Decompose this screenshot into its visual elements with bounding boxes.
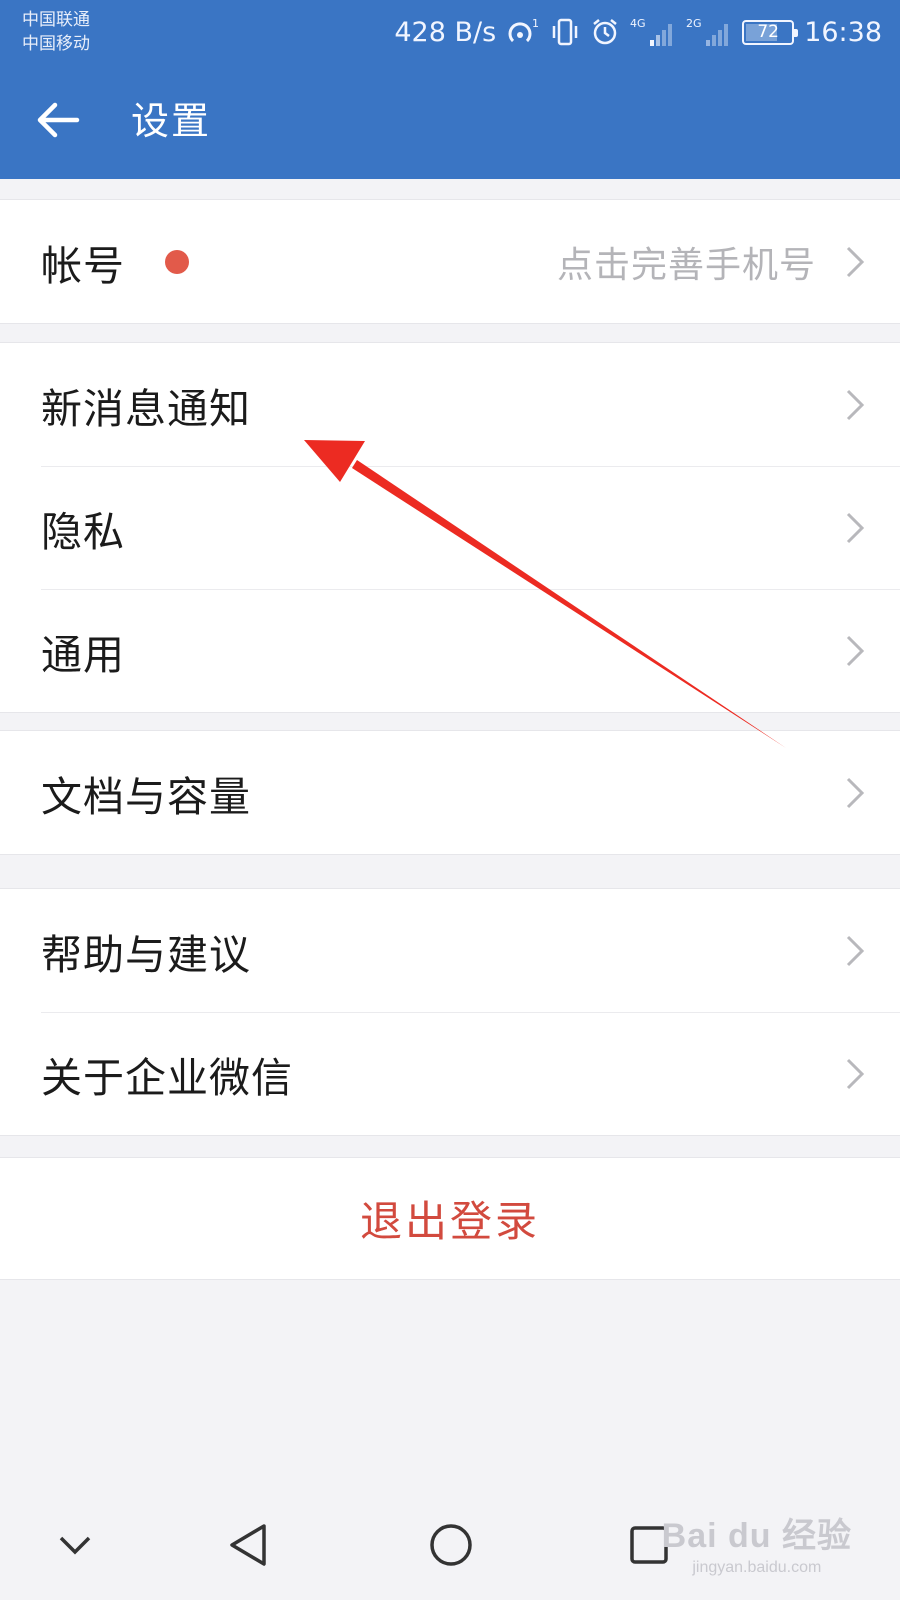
system-nav-bar: Bai du 经验 jingyan.baidu.com bbox=[0, 1490, 900, 1600]
chevron-right-icon bbox=[846, 777, 865, 808]
app-bar: 中国联通 中国移动 428 B/s 1 4G 2G 72 16:38 设置 bbox=[0, 0, 900, 179]
status-bar: 中国联通 中国移动 428 B/s 1 4G 2G 72 16:38 bbox=[0, 0, 900, 66]
settings-item-label: 通用 bbox=[41, 630, 125, 679]
home-circle-icon bbox=[430, 1524, 472, 1566]
nav-back-button[interactable] bbox=[213, 1510, 283, 1580]
toolbar: 设置 bbox=[0, 66, 900, 179]
clock: 16:38 bbox=[804, 16, 882, 48]
settings-item-general[interactable]: 通用 bbox=[0, 589, 900, 712]
signal-2g-icon: 2G bbox=[686, 17, 729, 46]
settings-item-notifications[interactable]: 新消息通知 bbox=[0, 343, 900, 466]
battery-level: 72 bbox=[757, 22, 779, 42]
carrier-2: 中国移动 bbox=[22, 34, 90, 54]
settings-group-storage: 文档与容量 bbox=[0, 730, 900, 855]
settings-item-label: 帐号 bbox=[41, 241, 125, 290]
settings-group-help: 帮助与建议 关于企业微信 bbox=[0, 888, 900, 1136]
baidu-watermark: Bai du 经验 jingyan.baidu.com bbox=[662, 1508, 852, 1577]
alarm-icon bbox=[593, 19, 617, 45]
settings-item-label: 文档与容量 bbox=[41, 772, 251, 821]
settings-item-help[interactable]: 帮助与建议 bbox=[0, 889, 900, 1012]
logout-button[interactable]: 退出登录 bbox=[0, 1157, 900, 1280]
page-title: 设置 bbox=[131, 99, 212, 143]
svg-text:1: 1 bbox=[532, 17, 539, 30]
arrow-left-icon bbox=[37, 102, 80, 138]
account-phone-hint: 点击完善手机号 bbox=[556, 244, 816, 286]
settings-item-label: 帮助与建议 bbox=[41, 930, 251, 979]
chevron-right-icon bbox=[846, 1058, 865, 1089]
chevron-right-icon bbox=[846, 389, 865, 420]
vibrate-icon bbox=[552, 18, 578, 46]
net-speed: 428 B/s bbox=[394, 16, 497, 48]
chevron-right-icon bbox=[846, 935, 865, 966]
watermark-main: Bai du 经验 bbox=[661, 1517, 852, 1555]
network-2-label: 2G bbox=[686, 17, 702, 30]
status-icons: 428 B/s 1 4G 2G 72 16:38 bbox=[394, 12, 882, 52]
settings-group-account: 帐号 点击完善手机号 bbox=[0, 199, 900, 324]
nav-home-button[interactable] bbox=[416, 1510, 486, 1580]
settings-item-privacy[interactable]: 隐私 bbox=[0, 466, 900, 589]
carrier-1: 中国联通 bbox=[22, 10, 90, 30]
carrier-info: 中国联通 中国移动 bbox=[22, 8, 90, 56]
nav-collapse-button[interactable] bbox=[40, 1510, 110, 1580]
signal-4g-icon: 4G bbox=[630, 17, 673, 46]
back-button[interactable] bbox=[30, 92, 86, 148]
chevron-right-icon bbox=[846, 246, 865, 277]
settings-item-docs-storage[interactable]: 文档与容量 bbox=[0, 731, 900, 854]
chevron-down-icon bbox=[59, 1536, 91, 1555]
red-dot-badge bbox=[165, 249, 189, 274]
watermark-sub: jingyan.baidu.com bbox=[692, 1559, 822, 1576]
logout-label: 退出登录 bbox=[359, 1197, 540, 1246]
battery-icon: 72 bbox=[742, 19, 799, 45]
settings-item-account[interactable]: 帐号 点击完善手机号 bbox=[0, 200, 900, 323]
settings-group-main: 新消息通知 隐私 通用 bbox=[0, 342, 900, 713]
network-1-label: 4G bbox=[630, 17, 646, 30]
settings-item-label: 关于企业微信 bbox=[41, 1053, 293, 1102]
hotspot-icon: 1 bbox=[508, 17, 539, 43]
back-triangle-icon bbox=[230, 1524, 266, 1566]
chevron-right-icon bbox=[846, 512, 865, 543]
chevron-right-icon bbox=[846, 635, 865, 666]
settings-item-label: 隐私 bbox=[41, 507, 125, 556]
settings-item-about[interactable]: 关于企业微信 bbox=[0, 1012, 900, 1135]
settings-item-label: 新消息通知 bbox=[41, 384, 251, 433]
